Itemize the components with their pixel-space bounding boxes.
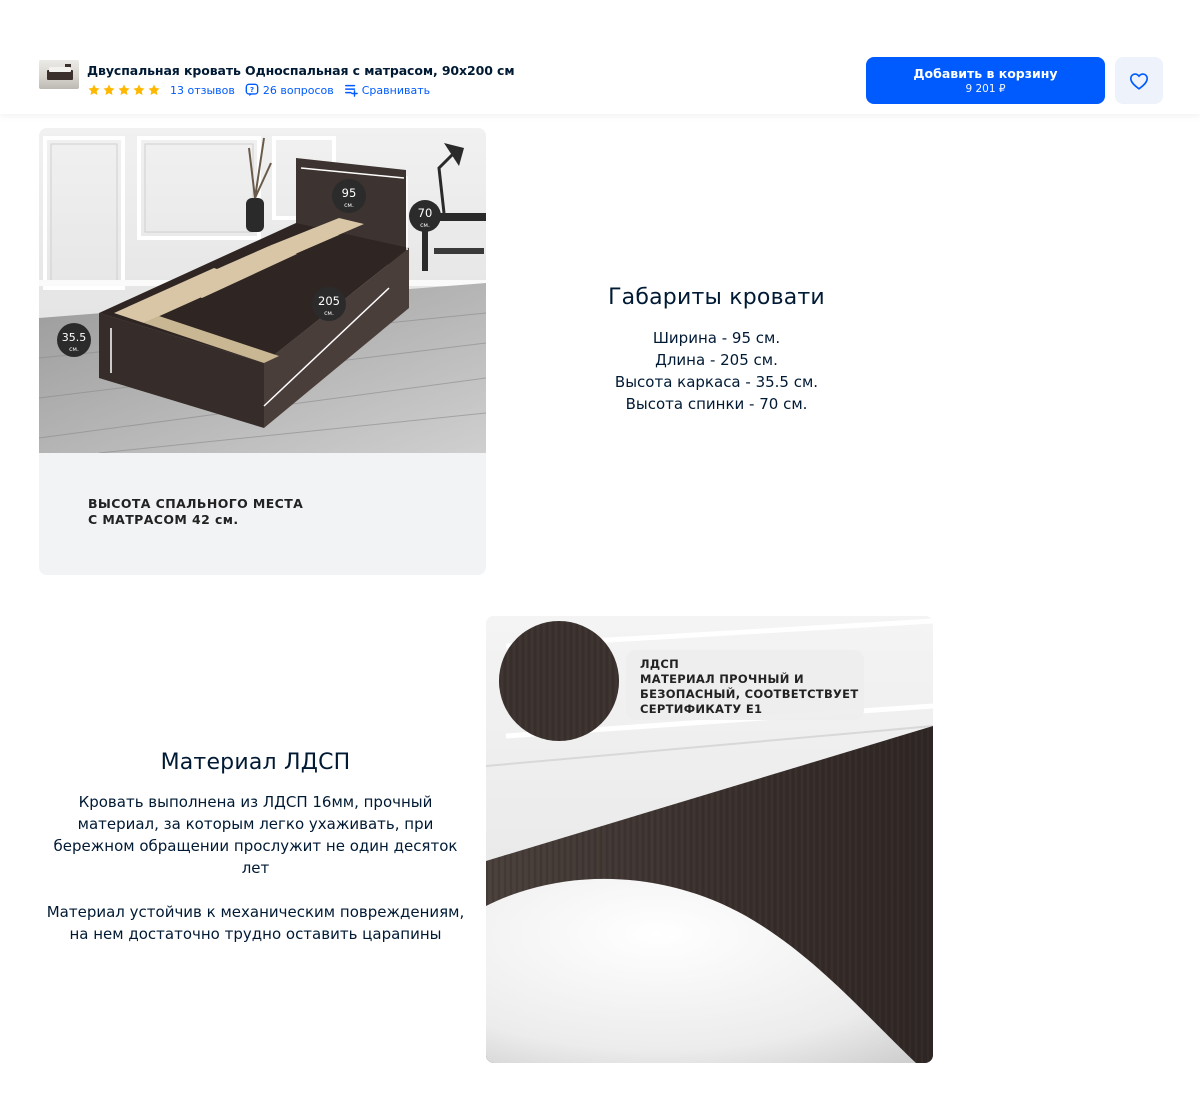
material-text: Материал ЛДСП Кровать выполнена из ЛДСП …	[39, 750, 472, 945]
star-icon	[133, 84, 145, 96]
price: 9 201 ₽	[965, 82, 1006, 95]
product-meta-row: 13 отзывов ? 26 вопросов Сравнивать	[87, 82, 440, 98]
frame-height-label: 35.5	[62, 331, 87, 344]
sticky-product-header: Двуспальная кровать Односпальная с матра…	[0, 0, 1200, 114]
dimension-line: Длина - 205 см.	[655, 351, 778, 369]
material-paragraph: Кровать выполнена из ЛДСП 16мм, прочный …	[53, 793, 458, 877]
dimension-line: Высота каркаса - 35.5 см.	[614, 373, 819, 391]
star-icon	[103, 84, 115, 96]
headboard-label: 70	[418, 206, 433, 220]
unit-label: см.	[344, 202, 354, 209]
favorite-button[interactable]	[1115, 57, 1163, 104]
svg-text:?: ?	[250, 86, 254, 94]
dimensions-image-card: 95 см. 70 см. 205 см. 35.5 см. ВЫСОТА СП…	[39, 128, 486, 575]
ldsp-badge-line: БЕЗОПАСНЫЙ, СООТВЕТСТВУЕТ	[640, 687, 859, 701]
questions-link[interactable]: ? 26 вопросов	[245, 83, 334, 97]
star-icon	[118, 84, 130, 96]
reviews-link[interactable]: 13 отзывов	[170, 84, 235, 97]
material-heading: Материал ЛДСП	[160, 750, 351, 775]
questions-count: 26 вопросов	[262, 83, 334, 97]
bed-dimensions-photo: 95 см. 70 см. 205 см. 35.5 см.	[39, 128, 486, 453]
question-chat-icon: ?	[245, 83, 259, 97]
star-icon	[148, 84, 160, 96]
compare-label: Сравнивать	[361, 83, 431, 97]
width-label: 95	[342, 186, 357, 200]
length-label: 205	[318, 294, 340, 308]
unit-label: см.	[69, 346, 79, 353]
ldsp-badge-line: МАТЕРИАЛ ПРОЧНЫЙ И	[640, 672, 804, 686]
ldsp-badge-title: ЛДСП	[640, 657, 680, 671]
compare-icon	[344, 84, 358, 97]
unit-label: см.	[420, 222, 430, 229]
ldsp-badge: ЛДСП МАТЕРИАЛ ПРОЧНЫЙ И БЕЗОПАСНЫЙ, СООТ…	[626, 650, 864, 720]
heart-icon	[1129, 72, 1149, 90]
sleeping-height-caption: ВЫСОТА СПАЛЬНОГО МЕСТА С МАТРАСОМ 42 см.	[88, 496, 304, 527]
dimension-line: Ширина - 95 см.	[652, 329, 781, 347]
dimension-line: Высота спинки - 70 см.	[625, 395, 808, 413]
unit-label: см.	[324, 310, 334, 317]
material-paragraph: Материал устойчив к механическим поврежд…	[46, 903, 465, 943]
dimensions-text: Габариты кровати Ширина - 95 см. Длина -…	[545, 285, 888, 415]
star-icon	[88, 84, 100, 96]
compare-link[interactable]: Сравнивать	[344, 83, 430, 97]
product-title[interactable]: Двуспальная кровать Односпальная с матра…	[87, 63, 515, 78]
add-to-cart-label: Добавить в корзину	[913, 65, 1058, 81]
add-to-cart-button[interactable]: Добавить в корзину 9 201 ₽	[866, 57, 1105, 104]
dimensions-heading: Габариты кровати	[608, 285, 825, 310]
product-thumbnail[interactable]	[39, 60, 79, 89]
rating-stars[interactable]	[87, 83, 161, 97]
reviews-count: 13 отзывов	[170, 83, 235, 97]
ldsp-badge-line: СЕРТИФИКАТУ Е1	[640, 702, 763, 716]
material-image-card: ЛДСП МАТЕРИАЛ ПРОЧНЫЙ И БЕЗОПАСНЫЙ, СООТ…	[486, 616, 933, 1063]
